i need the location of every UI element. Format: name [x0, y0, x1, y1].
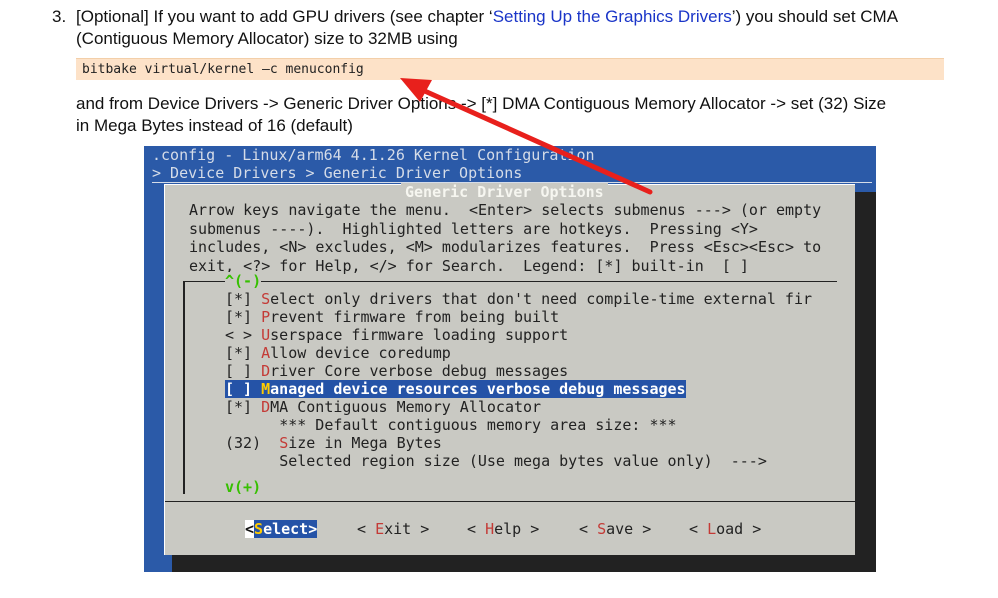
list-item[interactable]: < > Userspace firmware loading support — [225, 326, 568, 344]
instructions-line1: and from Device Drivers -> Generic Drive… — [76, 94, 887, 113]
list-item[interactable]: Selected region size (Use mega bytes val… — [225, 452, 767, 470]
item-label: serspace firmware loading support — [270, 326, 569, 344]
item-label: *** Default contiguous memory area size:… — [279, 416, 677, 434]
hotkey: S — [597, 520, 607, 538]
item-hotkey: D — [261, 362, 271, 380]
select-button[interactable]: <Select> — [245, 520, 318, 538]
hotkey: S — [254, 520, 264, 538]
item-label: llow device coredump — [270, 344, 451, 362]
options-dialog: Generic Driver Options Arrow keys naviga… — [164, 183, 855, 555]
scroll-down-indicator[interactable]: v(+) — [225, 478, 261, 496]
item-label: ize in Mega Bytes — [288, 434, 442, 452]
menuconfig-screenshot: .config - Linux/arm64 4.1.26 Kernel Conf… — [144, 146, 876, 572]
list-item-selected[interactable]: [ ] Managed device resources verbose deb… — [225, 380, 686, 398]
step-text: [Optional] If you want to add GPU driver… — [76, 6, 956, 50]
help-text: Arrow keys navigate the menu. <Enter> se… — [189, 201, 849, 275]
item-hotkey: M — [261, 380, 271, 398]
hotkey: H — [485, 520, 495, 538]
hotkey: L — [707, 520, 717, 538]
dialog-shadow-right — [854, 192, 876, 572]
list-item[interactable]: [*] Prevent firmware from being built — [225, 308, 559, 326]
item-hotkey: A — [261, 344, 271, 362]
item-prefix: [*] — [225, 398, 262, 416]
item-prefix: (32) — [225, 434, 280, 452]
label: < — [579, 520, 598, 538]
item-prefix — [225, 416, 279, 434]
list-item[interactable]: [*] DMA Contiguous Memory Allocator — [225, 398, 541, 416]
item-prefix: < > — [225, 326, 262, 344]
label: < — [357, 520, 376, 538]
cursor: < — [245, 520, 255, 538]
label: elect> — [263, 520, 318, 538]
help-line: exit, <?> for Help, </> for Search. Lege… — [189, 256, 749, 275]
list-item[interactable]: [*] Select only drivers that don't need … — [225, 290, 812, 308]
item-prefix: [*] — [225, 344, 262, 362]
label: xit > — [384, 520, 430, 538]
label: ave > — [606, 520, 652, 538]
config-title: .config - Linux/arm64 4.1.26 Kernel Conf… — [152, 146, 595, 164]
item-hotkey: D — [261, 398, 271, 416]
item-label: MA Contiguous Memory Allocator — [270, 398, 542, 416]
breadcrumb: > Device Drivers > Generic Driver Option… — [152, 164, 872, 183]
step-text-line2: (Contiguous Memory Allocator) size to 32… — [76, 29, 458, 48]
item-prefix — [225, 452, 279, 470]
label: elp > — [494, 520, 540, 538]
list-item[interactable]: (32) Size in Mega Bytes — [225, 434, 442, 452]
item-label: Selected region size (Use mega bytes val… — [279, 452, 767, 470]
item-prefix: [ ] — [225, 362, 262, 380]
label: oad > — [716, 520, 762, 538]
item-hotkey: U — [261, 326, 271, 344]
item-hotkey: S — [261, 290, 271, 308]
list-item[interactable]: [ ] Driver Core verbose debug messages — [225, 362, 568, 380]
list-item: *** Default contiguous memory area size:… — [225, 416, 677, 434]
item-prefix: [*] — [225, 308, 262, 326]
scroll-up-indicator[interactable]: ^(-) — [225, 272, 262, 290]
instructions: and from Device Drivers -> Generic Drive… — [76, 93, 956, 137]
label: < — [689, 520, 708, 538]
item-label: revent firmware from being built — [270, 308, 560, 326]
step-text-after: ’) you should set CMA — [731, 7, 899, 26]
list-item[interactable]: [*] Allow device coredump — [225, 344, 451, 362]
dialog-title: Generic Driver Options — [401, 183, 608, 201]
help-line: includes, <N> excludes, <M> modularizes … — [189, 238, 822, 256]
command-block: bitbake virtual/kernel –c menuconfig — [76, 58, 944, 80]
item-hotkey: S — [279, 434, 289, 452]
item-label: elect only drivers that don't need compi… — [270, 290, 813, 308]
button-bar: <Select> < Exit > < Help > < Save > < Lo… — [165, 501, 855, 554]
help-line: submenus ----). Highlighted letters are … — [189, 219, 758, 238]
instructions-line2: in Mega Bytes instead of 16 (default) — [76, 116, 353, 135]
item-hotkey: P — [261, 308, 271, 326]
item-label: anaged device resources verbose debug me… — [270, 380, 686, 398]
step-number: 3. — [52, 7, 67, 26]
dialog-shadow-bottom — [172, 554, 876, 572]
exit-button[interactable]: < Exit > — [357, 520, 429, 538]
item-prefix: [*] — [225, 290, 262, 308]
save-button[interactable]: < Save > — [579, 520, 651, 538]
help-line: Arrow keys navigate the menu. <Enter> se… — [189, 201, 822, 219]
item-label: river Core verbose debug messages — [270, 362, 569, 380]
hotkey: E — [375, 520, 385, 538]
options-list: ^(-) [*] Select only drivers that don't … — [183, 272, 837, 496]
item-prefix: [ ] — [225, 380, 262, 398]
step-text-before: [Optional] If you want to add GPU driver… — [76, 7, 493, 26]
load-button[interactable]: < Load > — [689, 520, 761, 538]
help-button[interactable]: < Help > — [467, 520, 539, 538]
graphics-drivers-link[interactable]: Setting Up the Graphics Drivers — [493, 7, 732, 26]
label: < — [467, 520, 486, 538]
